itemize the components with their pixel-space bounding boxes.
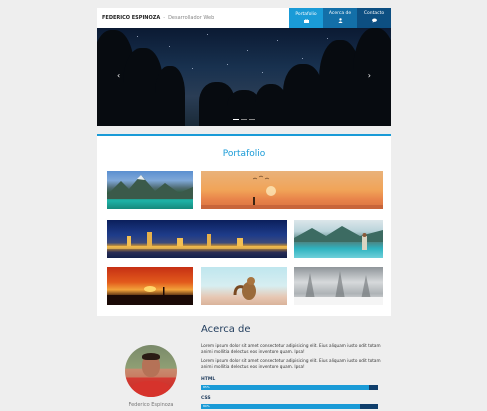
about-paragraph-2: Lorem ipsum dolor sit amet consectetur a… (201, 358, 381, 369)
carousel-next-button[interactable]: › (368, 72, 371, 80)
tree-silhouette (353, 28, 391, 126)
about-title: Acerca de (201, 324, 251, 335)
carousel-indicator-1[interactable] (233, 118, 239, 120)
avatar-body (131, 381, 171, 397)
carousel-indicator-3[interactable] (249, 118, 255, 120)
carousel-indicator-2[interactable] (241, 118, 247, 120)
skill-fill-css: 80% (201, 404, 361, 409)
about-paragraph-1: Lorem ipsum dolor sit amet consectetur a… (201, 343, 381, 354)
chat-icon (371, 18, 377, 25)
nav-item-portafolio[interactable]: Portafolio (289, 8, 323, 28)
portfolio-item-red-sunset[interactable] (107, 267, 193, 305)
portfolio-item-mountain-lake[interactable] (107, 171, 193, 209)
portfolio-item-sunset-birds[interactable] (201, 171, 383, 209)
site-header: FEDERICO ESPINOZA - Desarrollador Web Po… (97, 8, 391, 28)
nav-label-acerca-de: Acerca de (328, 11, 352, 16)
nav-label-portafolio: Portafolio (295, 11, 317, 17)
brand[interactable]: FEDERICO ESPINOZA - Desarrollador Web (97, 8, 289, 28)
brand-separator: - (163, 15, 166, 21)
skill-name-html: HTML (201, 377, 216, 382)
nav-item-acerca-de[interactable]: Acerca de (323, 8, 357, 28)
portfolio-item-lake-person[interactable] (294, 220, 383, 258)
carousel-prev-button[interactable]: ‹ (117, 72, 120, 80)
avatar (125, 345, 177, 397)
brand-name: FEDERICO ESPINOZA (102, 15, 161, 21)
portfolio-section: Portafolio (97, 134, 391, 316)
skill-bar-css: 80% (201, 404, 378, 409)
carousel-indicators (97, 118, 391, 120)
briefcase-icon (303, 18, 309, 25)
hero-carousel: ‹ › (97, 28, 391, 126)
tree-silhouette (283, 64, 323, 126)
page: FEDERICO ESPINOZA - Desarrollador Web Po… (0, 0, 487, 411)
nav-item-contacto[interactable]: Contacto (357, 8, 391, 28)
about-name: Federico Espinoza (128, 402, 174, 408)
portfolio-item-chipmunk[interactable] (201, 267, 287, 305)
skill-bar-html: 85% (201, 385, 378, 390)
skill-name-css: CSS (201, 396, 211, 401)
user-icon (337, 18, 343, 25)
tree-silhouette (155, 66, 185, 126)
main-nav: Portafolio Acerca de Contacto (289, 8, 391, 28)
brand-role: Desarrollador Web (168, 15, 215, 21)
portfolio-item-snowy-forest[interactable] (294, 267, 383, 305)
nav-label-contacto: Contacto (363, 11, 385, 16)
portfolio-item-city-night[interactable] (107, 220, 287, 258)
avatar-hair (142, 353, 160, 360)
portfolio-title: Portafolio (222, 149, 266, 159)
skill-fill-html: 85% (201, 385, 370, 390)
